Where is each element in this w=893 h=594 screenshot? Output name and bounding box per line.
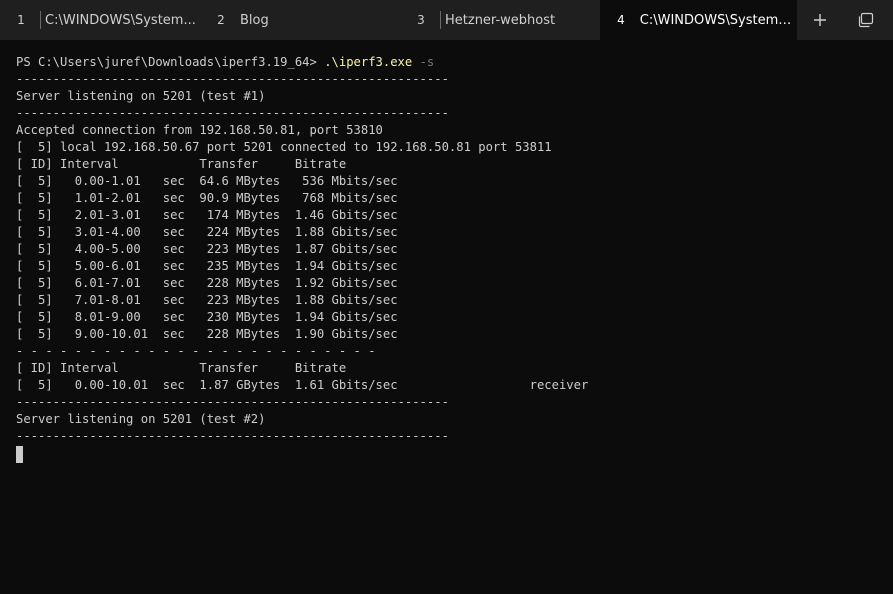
output-line: [ ID] Interval Transfer Bitrate bbox=[16, 361, 347, 375]
output-line: [ 5] 6.01-7.01 sec 228 MBytes 1.92 Gbits… bbox=[16, 276, 398, 290]
tab-number: 2 bbox=[217, 13, 225, 27]
output-line: ----------------------------------------… bbox=[16, 429, 449, 443]
prompt-text: PS C:\Users\juref\Downloads\iperf3.19_64… bbox=[16, 55, 325, 69]
output-line: [ 5] 8.01-9.00 sec 230 MBytes 1.94 Gbits… bbox=[16, 310, 398, 324]
output-line: [ ID] Interval Transfer Bitrate bbox=[16, 157, 347, 171]
output-line: ----------------------------------------… bbox=[16, 106, 449, 120]
tab-overview-icon bbox=[858, 12, 874, 28]
tab-overview-button[interactable] bbox=[846, 0, 886, 40]
command-argument: -s bbox=[412, 55, 435, 69]
output-line: [ 5] 9.00-10.01 sec 228 MBytes 1.90 Gbit… bbox=[16, 327, 398, 341]
tab-number: 3 bbox=[417, 13, 425, 27]
terminal-output[interactable]: PS C:\Users\juref\Downloads\iperf3.19_64… bbox=[0, 40, 893, 594]
output-line: Server listening on 5201 (test #1) bbox=[16, 89, 266, 103]
output-line: [ 5] 2.01-3.01 sec 174 MBytes 1.46 Gbits… bbox=[16, 208, 398, 222]
output-line: [ 5] 3.01-4.00 sec 224 MBytes 1.88 Gbits… bbox=[16, 225, 398, 239]
tab-title: C:\WINDOWS\System... bbox=[45, 12, 196, 28]
tab-separator bbox=[440, 11, 441, 29]
tab-title: Hetzner-webhost bbox=[445, 12, 556, 28]
new-tab-button[interactable] bbox=[800, 0, 840, 40]
tab-4[interactable]: 4 C:\WINDOWS\System3... bbox=[600, 0, 797, 40]
output-line: Server listening on 5201 (test #2) bbox=[16, 412, 266, 426]
tab-bar: 1 C:\WINDOWS\System... 2 Blog 3 Hetzner-… bbox=[0, 0, 893, 40]
prompt-line: PS C:\Users\juref\Downloads\iperf3.19_64… bbox=[16, 54, 893, 71]
tab-2[interactable]: 2 Blog bbox=[200, 0, 400, 40]
output-line: [ 5] 5.00-6.01 sec 235 MBytes 1.94 Gbits… bbox=[16, 259, 398, 273]
command-text: .\iperf3.exe bbox=[324, 55, 413, 69]
tab-number: 4 bbox=[617, 13, 625, 27]
output-line: [ 5] local 192.168.50.67 port 5201 conne… bbox=[16, 140, 552, 154]
output-line: ----------------------------------------… bbox=[16, 72, 449, 86]
plus-icon bbox=[814, 14, 826, 26]
tab-title: C:\WINDOWS\System3... bbox=[639, 12, 797, 28]
output-line: [ 5] 7.01-8.01 sec 223 MBytes 1.88 Gbits… bbox=[16, 293, 398, 307]
tab-separator bbox=[40, 11, 41, 29]
output-line: [ 5] 0.00-1.01 sec 64.6 MBytes 536 Mbits… bbox=[16, 174, 398, 188]
output-line: [ 5] 4.00-5.00 sec 223 MBytes 1.87 Gbits… bbox=[16, 242, 398, 256]
output-line: [ 5] 1.01-2.01 sec 90.9 MBytes 768 Mbits… bbox=[16, 191, 398, 205]
tab-title: Blog bbox=[240, 12, 269, 28]
output-line: [ 5] 0.00-10.01 sec 1.87 GBytes 1.61 Gbi… bbox=[16, 378, 589, 392]
output-line: Accepted connection from 192.168.50.81, … bbox=[16, 123, 383, 137]
tab-1[interactable]: 1 C:\WINDOWS\System... bbox=[0, 0, 200, 40]
cursor-line bbox=[16, 445, 893, 463]
output-line: - - - - - - - - - - - - - - - - - - - - … bbox=[16, 344, 376, 358]
tab-3[interactable]: 3 Hetzner-webhost bbox=[400, 0, 600, 40]
text-cursor bbox=[16, 446, 23, 463]
output-line: ----------------------------------------… bbox=[16, 395, 449, 409]
tab-number: 1 bbox=[17, 13, 25, 27]
